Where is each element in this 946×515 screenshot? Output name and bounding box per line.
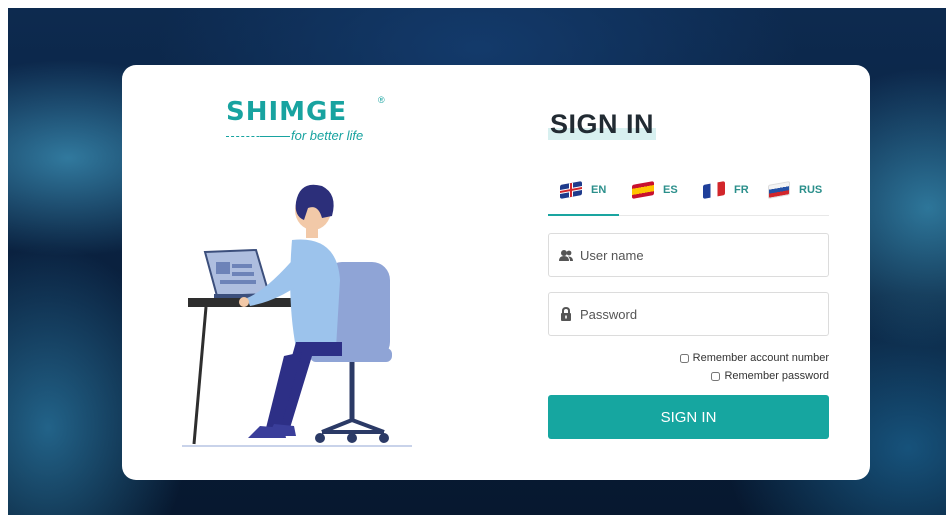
remember-account-label: Remember account number [692,352,829,364]
tab-language-rus[interactable]: RUS [768,177,822,203]
user-icon [559,248,573,262]
brand-logo: SHIMGE ® for better life [226,93,396,148]
language-tabs: EN ES FR RUS [548,173,829,216]
uk-flag-icon [560,181,582,199]
russia-flag-icon [768,181,790,199]
spain-flag-icon [632,181,654,199]
username-input[interactable] [580,247,810,263]
username-field-box [548,233,829,277]
language-code: ES [663,184,678,196]
person-at-desk-illustration [182,184,412,447]
tab-language-en[interactable]: EN [560,177,606,203]
france-flag-icon [703,181,725,199]
password-field-box [548,292,829,336]
registered-mark: ® [378,95,385,105]
language-code: EN [591,184,607,196]
remember-password-checkbox[interactable] [711,371,721,381]
remember-account-option[interactable]: Remember account number [679,352,829,364]
remember-password-option[interactable]: Remember password [711,370,829,382]
login-card: SHIMGE ® for better life SIGN IN EN ES F… [122,65,870,480]
brand-name: SHIMGE [226,97,348,127]
password-input[interactable] [580,306,810,322]
sign-in-button[interactable]: SIGN IN [548,395,829,439]
language-code: FR [734,184,749,196]
tab-language-fr[interactable]: FR [703,177,749,203]
remember-password-label: Remember password [724,370,829,382]
page-title: SIGN IN [548,109,657,140]
logo-solid-line [260,136,290,137]
left-border [0,0,8,515]
active-tab-indicator [548,214,619,216]
language-code: RUS [799,184,823,196]
lock-icon [559,307,573,321]
brand-tagline: for better life [291,128,364,143]
tab-language-es[interactable]: ES [632,177,678,203]
top-border [0,0,946,8]
remember-account-checkbox[interactable] [679,353,689,363]
